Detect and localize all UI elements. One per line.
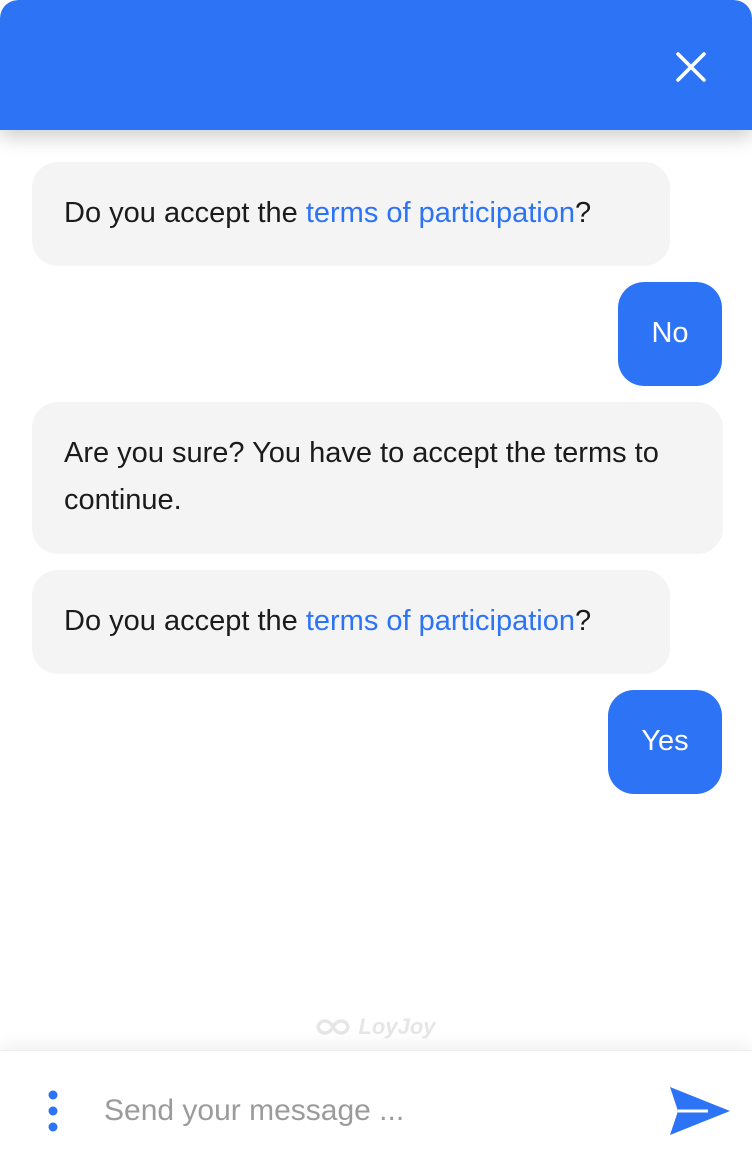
user-message: Yes [608,690,722,794]
message-text: Are you sure? You have to accept the ter… [64,437,659,516]
chat-widget: Do you accept the terms of participation… [0,0,752,1172]
vertical-dots-icon [48,1090,58,1132]
infinity-logo-icon [316,1019,351,1035]
chat-header [0,0,752,130]
send-arrow-icon [670,1087,730,1135]
close-button[interactable] [674,50,708,84]
message-text: Do you accept the [64,605,306,637]
message-list: Do you accept the terms of participation… [0,130,752,1050]
user-message: No [618,282,722,386]
message-text: Yes [641,725,689,757]
brand-name: LoyJoy [358,1014,436,1039]
send-button[interactable] [668,1083,732,1139]
terms-link[interactable]: terms of participation [306,197,575,229]
message-composer [0,1050,752,1172]
message-text: Do you accept the [64,197,306,229]
bot-message: Are you sure? You have to accept the ter… [32,402,723,554]
branding: LoyJoy [0,1012,752,1042]
message-text: ? [575,197,592,229]
bot-message: Do you accept the terms of participation… [32,162,670,266]
message-input[interactable] [104,1087,624,1135]
terms-link[interactable]: terms of participation [306,605,575,637]
bot-message: Do you accept the terms of participation… [32,570,670,674]
menu-button[interactable] [38,1089,68,1133]
message-text: No [651,317,689,349]
message-text: ? [575,605,592,637]
close-icon [676,52,706,82]
